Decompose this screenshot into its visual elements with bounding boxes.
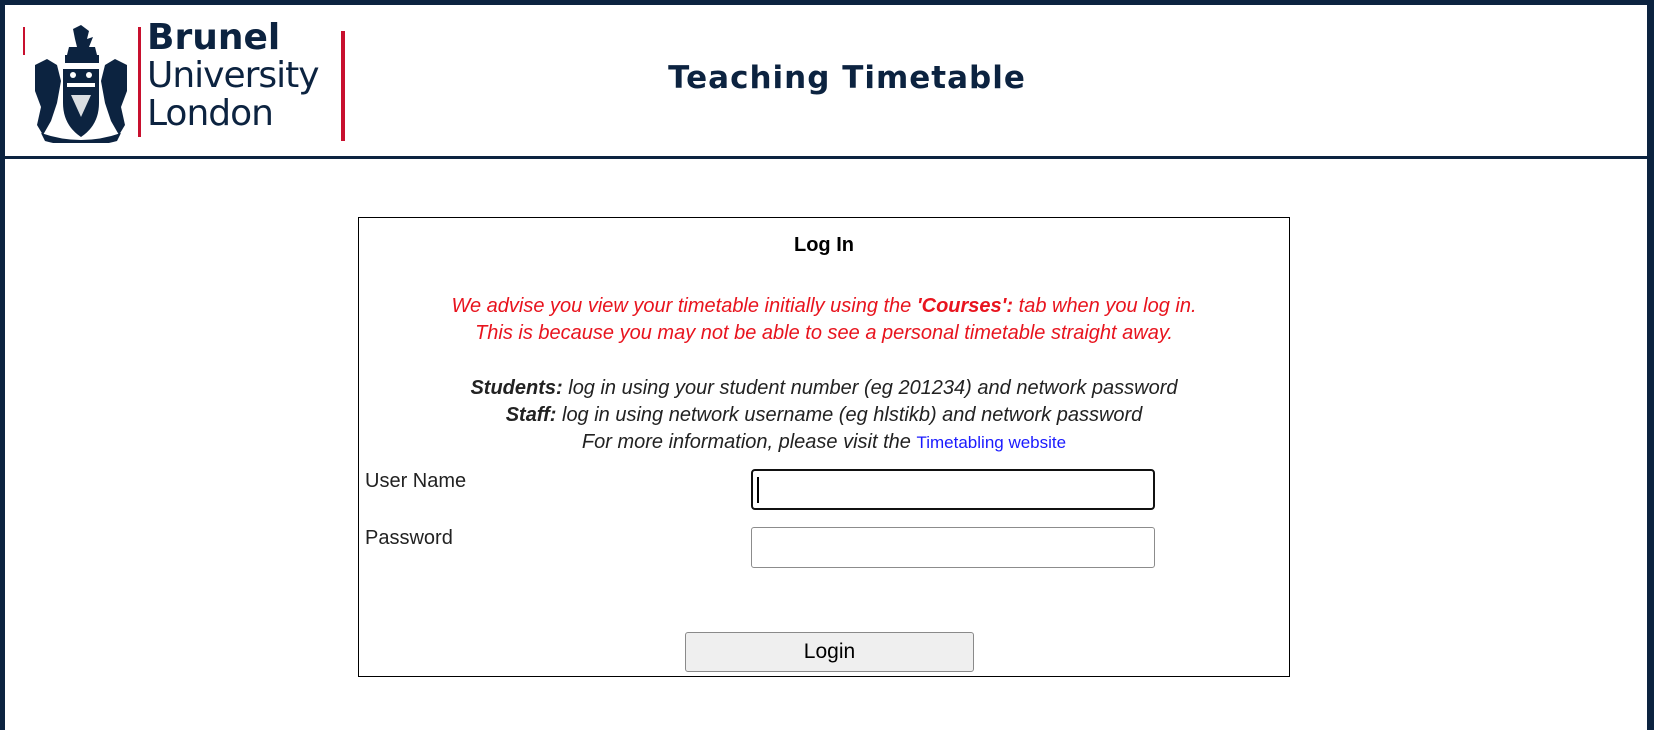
browser-page: Brunel University London Teaching Timeta…: [5, 5, 1654, 730]
window-edge: [1647, 5, 1654, 730]
students-label: Students:: [470, 377, 563, 399]
advice-courses-emphasis: 'Courses':: [916, 295, 1014, 317]
login-form: Log In We advise you view your timetable…: [358, 217, 1290, 677]
staff-instructions: log in using network username (eg hlstik…: [556, 404, 1143, 426]
password-label: Password: [365, 527, 453, 549]
login-button[interactable]: Login: [685, 632, 974, 672]
password-input[interactable]: [751, 527, 1155, 568]
text-cursor: [757, 477, 759, 503]
username-label: User Name: [365, 470, 467, 492]
logo-line-brunel: Brunel: [147, 17, 281, 58]
logo-line-london: London: [147, 93, 274, 134]
logo-accent-line: [23, 27, 25, 55]
advice-text: We advise you view your timetable initia…: [451, 295, 917, 317]
page-title: Teaching Timetable: [668, 60, 1026, 96]
login-title: Log In: [794, 234, 854, 256]
students-instructions: log in using your student number (eg 201…: [562, 377, 1178, 399]
courses-advice: We advise you view your timetable initia…: [359, 293, 1289, 347]
username-input[interactable]: [751, 469, 1155, 510]
more-info-text: For more information, please visit the: [581, 431, 917, 453]
advice-text-line2: This is because you may not be able to s…: [475, 322, 1173, 344]
staff-label: Staff:: [505, 404, 557, 426]
login-instructions: Students: log in using your student numb…: [359, 375, 1289, 456]
advice-text-end: tab when you log in.: [1013, 295, 1197, 317]
site-header: Brunel University London Teaching Timeta…: [5, 5, 1647, 159]
timetabling-website-link[interactable]: Timetabling website: [916, 433, 1066, 452]
